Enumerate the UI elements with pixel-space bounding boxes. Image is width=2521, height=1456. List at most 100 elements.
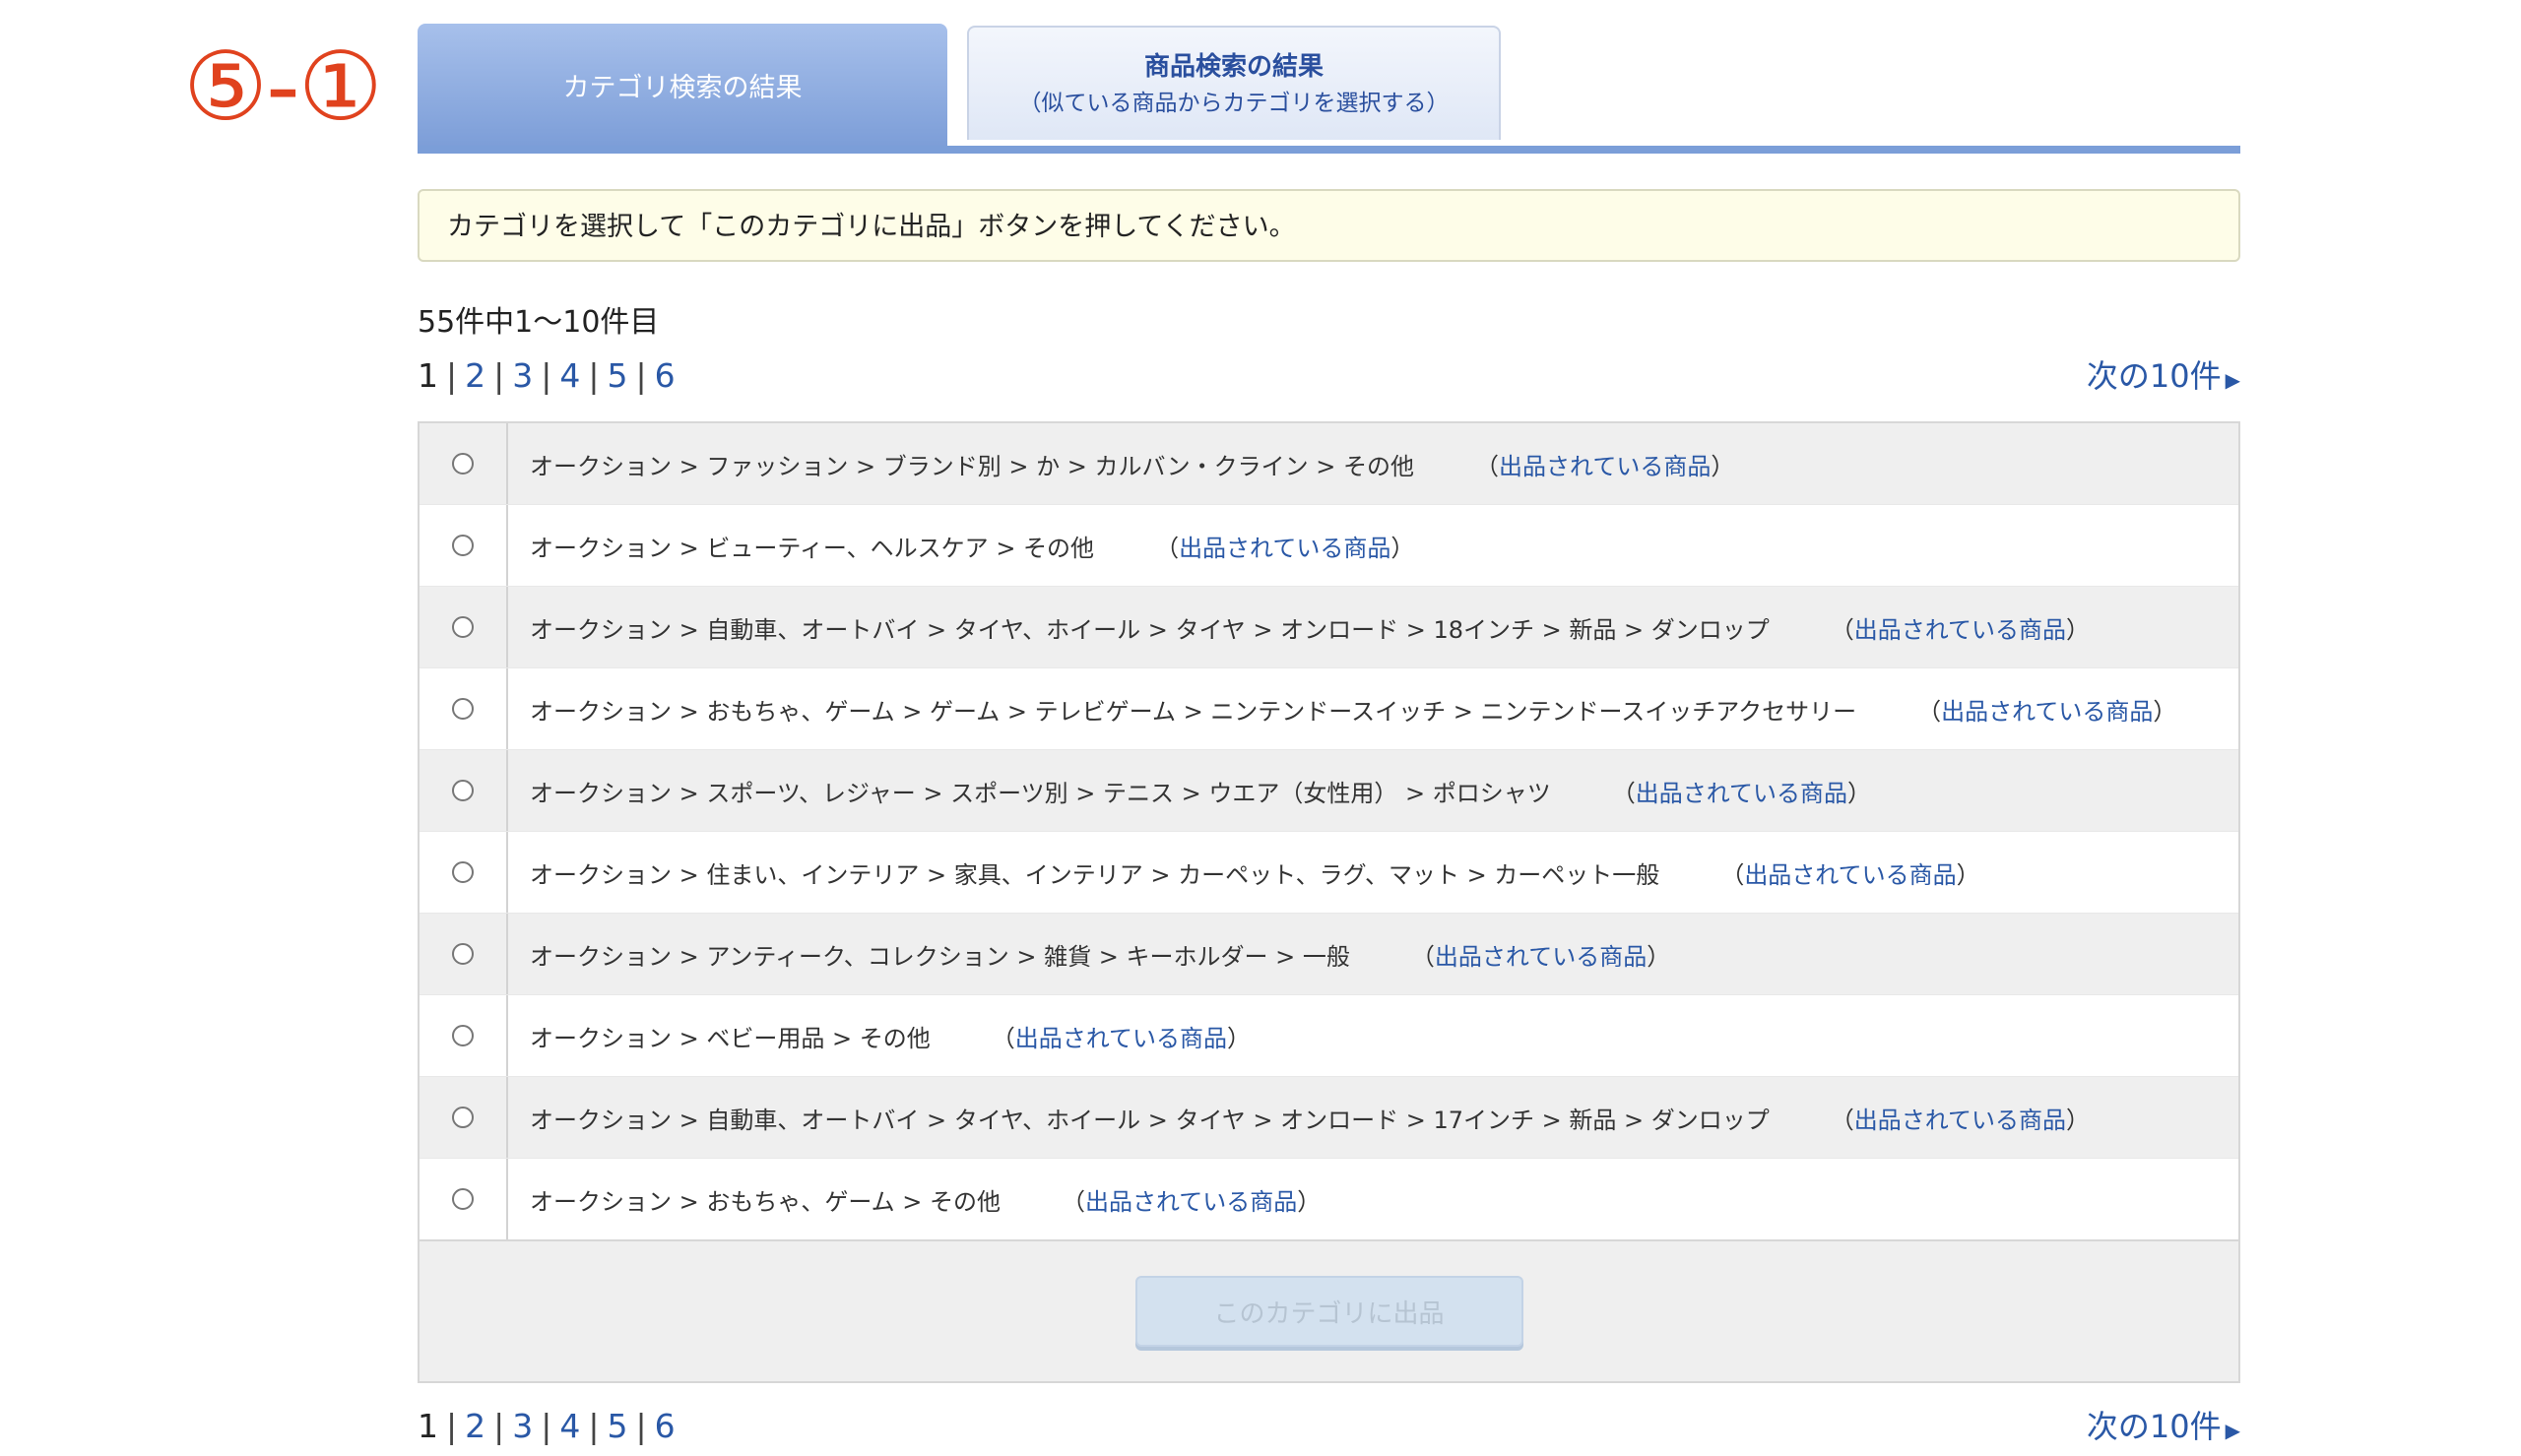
category-row[interactable]: オークション > ビューティー、ヘルスケア > その他 （出品されている商品） xyxy=(420,504,2238,586)
page-link-3[interactable]: 3 xyxy=(512,1407,533,1445)
next-page-link[interactable]: 次の10件 ▶ xyxy=(2087,350,2240,406)
listed-items-link[interactable]: （出品されている商品） xyxy=(1831,1107,2090,1134)
category-row[interactable]: オークション > 住まい、インテリア > 家具、インテリア > カーペット、ラグ… xyxy=(420,831,2238,913)
page-links: 1 | 2 | 3 | 4 | 5 | 6 xyxy=(418,356,676,395)
category-radio[interactable] xyxy=(452,861,474,883)
category-path: オークション > おもちゃ、ゲーム > その他 （出品されている商品） xyxy=(508,1182,1321,1217)
page-link-2[interactable]: 2 xyxy=(465,356,485,395)
category-row[interactable]: オークション > おもちゃ、ゲーム > ゲーム > テレビゲーム > ニンテンド… xyxy=(420,667,2238,749)
category-radio[interactable] xyxy=(452,1025,474,1046)
result-tabs: カテゴリ検索の結果 商品検索の結果 （似ている商品からカテゴリを選択する） xyxy=(418,24,2240,154)
page-link-5[interactable]: 5 xyxy=(608,1407,628,1445)
tab-category-search[interactable]: カテゴリ検索の結果 xyxy=(418,24,947,146)
listed-items-link-label: 出品されている商品 xyxy=(1635,779,1848,807)
category-row[interactable]: オークション > 自動車、オートバイ > タイヤ、ホイール > タイヤ > オン… xyxy=(420,1076,2238,1158)
radio-cell xyxy=(420,750,508,831)
category-path-text: オークション > ビューティー、ヘルスケア > その他 xyxy=(530,534,1095,562)
listed-items-link[interactable]: （出品されている商品） xyxy=(1411,943,1670,971)
listed-items-link[interactable]: （出品されている商品） xyxy=(1155,535,1414,562)
category-path: オークション > 自動車、オートバイ > タイヤ、ホイール > タイヤ > オン… xyxy=(508,610,2090,645)
category-path: オークション > ファッション > ブランド別 > か > カルバン・クライン … xyxy=(508,447,1734,481)
listed-items-link[interactable]: （出品されている商品） xyxy=(1720,861,1979,889)
category-path: オークション > おもちゃ、ゲーム > ゲーム > テレビゲーム > ニンテンド… xyxy=(508,692,2176,727)
category-radio[interactable] xyxy=(452,943,474,965)
next-page-link[interactable]: 次の10件 ▶ xyxy=(2087,1401,2240,1456)
listed-items-link-label: 出品されている商品 xyxy=(1014,1024,1228,1052)
tab-item-search-label: 商品検索の結果 xyxy=(1143,52,1324,82)
listed-items-link-label: 出品されている商品 xyxy=(1434,942,1648,971)
category-radio[interactable] xyxy=(452,698,474,720)
category-path-text: オークション > ベビー用品 > その他 xyxy=(530,1024,931,1052)
category-row[interactable]: オークション > ファッション > ブランド別 > か > カルバン・クライン … xyxy=(420,423,2238,504)
page-link-6[interactable]: 6 xyxy=(655,1407,676,1445)
category-radio[interactable] xyxy=(452,1107,474,1128)
radio-cell xyxy=(420,1159,508,1239)
category-row[interactable]: オークション > ベビー用品 > その他 （出品されている商品） xyxy=(420,994,2238,1076)
radio-cell xyxy=(420,505,508,586)
triangle-right-icon: ▶ xyxy=(2225,1419,2240,1442)
radio-cell xyxy=(420,423,508,504)
instruction-notice: カテゴリを選択して「このカテゴリに出品」ボタンを押してください。 xyxy=(418,189,2240,262)
category-radio[interactable] xyxy=(452,453,474,475)
tab-category-search-label: カテゴリ検索の結果 xyxy=(562,72,803,103)
page-current: 1 xyxy=(418,1407,438,1445)
tab-item-search[interactable]: 商品検索の結果 （似ている商品からカテゴリを選択する） xyxy=(967,26,1501,140)
list-in-category-button[interactable]: このカテゴリに出品 xyxy=(1134,1276,1523,1347)
pagination-bottom: 1 | 2 | 3 | 4 | 5 | 6 次の10件 ▶ xyxy=(418,1401,2240,1452)
page-links: 1 | 2 | 3 | 4 | 5 | 6 xyxy=(418,1407,676,1445)
category-path-text: オークション > スポーツ、レジャー > スポーツ別 > テニス > ウエア（女… xyxy=(530,779,1551,807)
radio-cell xyxy=(420,587,508,667)
listed-items-link[interactable]: （出品されている商品） xyxy=(1831,616,2090,644)
category-radio[interactable] xyxy=(452,780,474,801)
category-path-text: オークション > 自動車、オートバイ > タイヤ、ホイール > タイヤ > オン… xyxy=(530,1106,1770,1134)
category-path: オークション > 自動車、オートバイ > タイヤ、ホイール > タイヤ > オン… xyxy=(508,1101,2090,1135)
list-footer: このカテゴリに出品 xyxy=(420,1239,2238,1381)
category-radio[interactable] xyxy=(452,1188,474,1210)
category-row[interactable]: オークション > アンティーク、コレクション > 雑貨 > キーホルダー > 一… xyxy=(420,913,2238,994)
radio-cell xyxy=(420,914,508,994)
result-count: 55件中1〜10件目 xyxy=(418,305,660,340)
listed-items-link-label: 出品されている商品 xyxy=(1853,1106,2067,1134)
category-path-text: オークション > ファッション > ブランド別 > か > カルバン・クライン … xyxy=(530,452,1415,480)
category-radio[interactable] xyxy=(452,535,474,556)
pagination-top: 1 | 2 | 3 | 4 | 5 | 6 次の10件 ▶ xyxy=(418,350,2240,402)
listed-items-link[interactable]: （出品されている商品） xyxy=(992,1025,1251,1052)
page-link-2[interactable]: 2 xyxy=(465,1407,485,1445)
step-label: ⑤-① xyxy=(183,32,383,142)
category-path: オークション > アンティーク、コレクション > 雑貨 > キーホルダー > 一… xyxy=(508,937,1670,972)
category-list: オークション > ファッション > ブランド別 > か > カルバン・クライン … xyxy=(418,421,2240,1383)
category-row[interactable]: オークション > 自動車、オートバイ > タイヤ、ホイール > タイヤ > オン… xyxy=(420,586,2238,667)
listed-items-link[interactable]: （出品されている商品） xyxy=(1475,453,1734,480)
radio-cell xyxy=(420,832,508,913)
radio-cell xyxy=(420,995,508,1076)
category-radio[interactable] xyxy=(452,616,474,638)
listed-items-link-label: 出品されている商品 xyxy=(1853,615,2067,644)
listed-items-link-label: 出品されている商品 xyxy=(1941,697,2154,726)
radio-cell xyxy=(420,668,508,749)
category-row[interactable]: オークション > スポーツ、レジャー > スポーツ別 > テニス > ウエア（女… xyxy=(420,749,2238,831)
category-path-text: オークション > 住まい、インテリア > 家具、インテリア > カーペット、ラグ… xyxy=(530,860,1660,889)
category-path-text: オークション > おもちゃ、ゲーム > ゲーム > テレビゲーム > ニンテンド… xyxy=(530,697,1857,726)
page-link-6[interactable]: 6 xyxy=(655,356,676,395)
category-path-text: オークション > おもちゃ、ゲーム > その他 xyxy=(530,1187,1002,1216)
listed-items-link-label: 出品されている商品 xyxy=(1085,1187,1298,1216)
category-row[interactable]: オークション > おもちゃ、ゲーム > その他 （出品されている商品） xyxy=(420,1158,2238,1239)
listed-items-link[interactable]: （出品されている商品） xyxy=(1062,1188,1321,1216)
page-link-4[interactable]: 4 xyxy=(559,1407,580,1445)
category-path: オークション > ベビー用品 > その他 （出品されている商品） xyxy=(508,1019,1251,1053)
page-link-5[interactable]: 5 xyxy=(608,356,628,395)
listed-items-link-label: 出品されている商品 xyxy=(1744,860,1957,889)
page-current: 1 xyxy=(418,356,438,395)
category-path: オークション > スポーツ、レジャー > スポーツ別 > テニス > ウエア（女… xyxy=(508,774,1871,808)
listed-items-link-label: 出品されている商品 xyxy=(1179,534,1391,562)
listed-items-link[interactable]: （出品されている商品） xyxy=(1612,780,1871,807)
listed-items-link-label: 出品されている商品 xyxy=(1499,452,1712,480)
category-path: オークション > ビューティー、ヘルスケア > その他 （出品されている商品） xyxy=(508,529,1414,563)
triangle-right-icon: ▶ xyxy=(2225,368,2240,392)
page-link-3[interactable]: 3 xyxy=(512,356,533,395)
category-select-panel: カテゴリ検索の結果 商品検索の結果 （似ている商品からカテゴリを選択する） カテ… xyxy=(418,24,2240,1452)
category-path-text: オークション > アンティーク、コレクション > 雑貨 > キーホルダー > 一… xyxy=(530,942,1350,971)
page-link-4[interactable]: 4 xyxy=(559,356,580,395)
listed-items-link[interactable]: （出品されている商品） xyxy=(1917,698,2176,726)
category-path-text: オークション > 自動車、オートバイ > タイヤ、ホイール > タイヤ > オン… xyxy=(530,615,1770,644)
